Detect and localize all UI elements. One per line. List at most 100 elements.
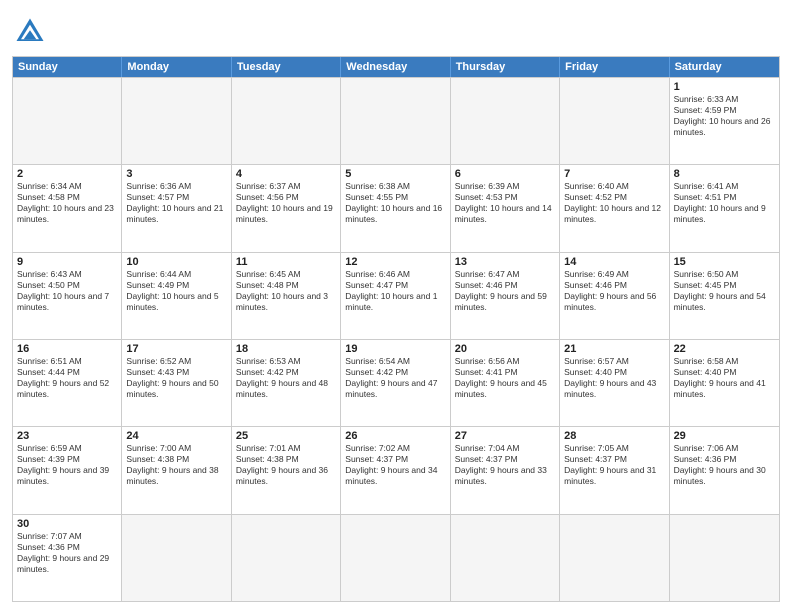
calendar-cell: 10Sunrise: 6:44 AM Sunset: 4:49 PM Dayli… bbox=[122, 253, 231, 339]
calendar-cell: 29Sunrise: 7:06 AM Sunset: 4:36 PM Dayli… bbox=[670, 427, 779, 513]
day-number: 19 bbox=[345, 343, 445, 355]
calendar-cell: 7Sunrise: 6:40 AM Sunset: 4:52 PM Daylig… bbox=[560, 165, 669, 251]
day-number: 12 bbox=[345, 256, 445, 268]
calendar-cell bbox=[13, 78, 122, 164]
calendar-cell: 13Sunrise: 6:47 AM Sunset: 4:46 PM Dayli… bbox=[451, 253, 560, 339]
weekday-header: Monday bbox=[122, 57, 231, 77]
day-info: Sunrise: 6:53 AM Sunset: 4:42 PM Dayligh… bbox=[236, 356, 336, 400]
weekday-header: Thursday bbox=[451, 57, 560, 77]
calendar-row: 2Sunrise: 6:34 AM Sunset: 4:58 PM Daylig… bbox=[13, 164, 779, 251]
calendar-cell: 15Sunrise: 6:50 AM Sunset: 4:45 PM Dayli… bbox=[670, 253, 779, 339]
calendar-cell bbox=[122, 515, 231, 601]
day-info: Sunrise: 6:54 AM Sunset: 4:42 PM Dayligh… bbox=[345, 356, 445, 400]
calendar-cell bbox=[560, 515, 669, 601]
day-info: Sunrise: 7:04 AM Sunset: 4:37 PM Dayligh… bbox=[455, 443, 555, 487]
day-number: 24 bbox=[126, 430, 226, 442]
day-info: Sunrise: 7:06 AM Sunset: 4:36 PM Dayligh… bbox=[674, 443, 775, 487]
day-info: Sunrise: 6:38 AM Sunset: 4:55 PM Dayligh… bbox=[345, 181, 445, 225]
day-number: 11 bbox=[236, 256, 336, 268]
day-info: Sunrise: 7:01 AM Sunset: 4:38 PM Dayligh… bbox=[236, 443, 336, 487]
calendar-cell: 21Sunrise: 6:57 AM Sunset: 4:40 PM Dayli… bbox=[560, 340, 669, 426]
calendar-cell bbox=[451, 515, 560, 601]
calendar-header: SundayMondayTuesdayWednesdayThursdayFrid… bbox=[13, 57, 779, 77]
calendar-body: 1Sunrise: 6:33 AM Sunset: 4:59 PM Daylig… bbox=[13, 77, 779, 601]
calendar-row: 16Sunrise: 6:51 AM Sunset: 4:44 PM Dayli… bbox=[13, 339, 779, 426]
calendar-row: 9Sunrise: 6:43 AM Sunset: 4:50 PM Daylig… bbox=[13, 252, 779, 339]
weekday-header: Saturday bbox=[670, 57, 779, 77]
calendar-cell: 17Sunrise: 6:52 AM Sunset: 4:43 PM Dayli… bbox=[122, 340, 231, 426]
day-number: 2 bbox=[17, 168, 117, 180]
day-number: 14 bbox=[564, 256, 664, 268]
day-info: Sunrise: 6:41 AM Sunset: 4:51 PM Dayligh… bbox=[674, 181, 775, 225]
day-info: Sunrise: 6:59 AM Sunset: 4:39 PM Dayligh… bbox=[17, 443, 117, 487]
calendar-cell bbox=[341, 515, 450, 601]
calendar-row: 1Sunrise: 6:33 AM Sunset: 4:59 PM Daylig… bbox=[13, 77, 779, 164]
calendar-cell: 5Sunrise: 6:38 AM Sunset: 4:55 PM Daylig… bbox=[341, 165, 450, 251]
calendar-cell: 22Sunrise: 6:58 AM Sunset: 4:40 PM Dayli… bbox=[670, 340, 779, 426]
calendar-row: 30Sunrise: 7:07 AM Sunset: 4:36 PM Dayli… bbox=[13, 514, 779, 601]
day-info: Sunrise: 6:37 AM Sunset: 4:56 PM Dayligh… bbox=[236, 181, 336, 225]
generalblue-logo-icon bbox=[12, 14, 48, 50]
day-info: Sunrise: 7:00 AM Sunset: 4:38 PM Dayligh… bbox=[126, 443, 226, 487]
day-info: Sunrise: 6:40 AM Sunset: 4:52 PM Dayligh… bbox=[564, 181, 664, 225]
day-info: Sunrise: 6:36 AM Sunset: 4:57 PM Dayligh… bbox=[126, 181, 226, 225]
calendar-cell bbox=[122, 78, 231, 164]
day-info: Sunrise: 6:39 AM Sunset: 4:53 PM Dayligh… bbox=[455, 181, 555, 225]
logo bbox=[12, 14, 52, 50]
day-info: Sunrise: 6:45 AM Sunset: 4:48 PM Dayligh… bbox=[236, 269, 336, 313]
calendar-cell bbox=[670, 515, 779, 601]
calendar-cell: 6Sunrise: 6:39 AM Sunset: 4:53 PM Daylig… bbox=[451, 165, 560, 251]
weekday-header: Sunday bbox=[13, 57, 122, 77]
day-number: 27 bbox=[455, 430, 555, 442]
day-info: Sunrise: 6:56 AM Sunset: 4:41 PM Dayligh… bbox=[455, 356, 555, 400]
calendar-cell: 2Sunrise: 6:34 AM Sunset: 4:58 PM Daylig… bbox=[13, 165, 122, 251]
calendar-cell: 28Sunrise: 7:05 AM Sunset: 4:37 PM Dayli… bbox=[560, 427, 669, 513]
calendar-cell: 9Sunrise: 6:43 AM Sunset: 4:50 PM Daylig… bbox=[13, 253, 122, 339]
day-number: 4 bbox=[236, 168, 336, 180]
day-number: 5 bbox=[345, 168, 445, 180]
day-info: Sunrise: 6:43 AM Sunset: 4:50 PM Dayligh… bbox=[17, 269, 117, 313]
calendar-cell: 20Sunrise: 6:56 AM Sunset: 4:41 PM Dayli… bbox=[451, 340, 560, 426]
day-number: 21 bbox=[564, 343, 664, 355]
page: SundayMondayTuesdayWednesdayThursdayFrid… bbox=[0, 0, 792, 612]
calendar-cell: 16Sunrise: 6:51 AM Sunset: 4:44 PM Dayli… bbox=[13, 340, 122, 426]
weekday-header: Friday bbox=[560, 57, 669, 77]
day-number: 26 bbox=[345, 430, 445, 442]
day-info: Sunrise: 7:07 AM Sunset: 4:36 PM Dayligh… bbox=[17, 531, 117, 575]
day-info: Sunrise: 7:02 AM Sunset: 4:37 PM Dayligh… bbox=[345, 443, 445, 487]
day-number: 1 bbox=[674, 81, 775, 93]
calendar-cell bbox=[560, 78, 669, 164]
calendar-cell: 11Sunrise: 6:45 AM Sunset: 4:48 PM Dayli… bbox=[232, 253, 341, 339]
day-info: Sunrise: 6:58 AM Sunset: 4:40 PM Dayligh… bbox=[674, 356, 775, 400]
day-info: Sunrise: 6:57 AM Sunset: 4:40 PM Dayligh… bbox=[564, 356, 664, 400]
day-number: 22 bbox=[674, 343, 775, 355]
day-number: 18 bbox=[236, 343, 336, 355]
day-number: 28 bbox=[564, 430, 664, 442]
day-number: 3 bbox=[126, 168, 226, 180]
day-info: Sunrise: 6:33 AM Sunset: 4:59 PM Dayligh… bbox=[674, 94, 775, 138]
day-number: 10 bbox=[126, 256, 226, 268]
calendar-cell bbox=[232, 78, 341, 164]
day-number: 23 bbox=[17, 430, 117, 442]
day-number: 9 bbox=[17, 256, 117, 268]
day-number: 20 bbox=[455, 343, 555, 355]
calendar-cell: 4Sunrise: 6:37 AM Sunset: 4:56 PM Daylig… bbox=[232, 165, 341, 251]
day-info: Sunrise: 6:47 AM Sunset: 4:46 PM Dayligh… bbox=[455, 269, 555, 313]
weekday-header: Wednesday bbox=[341, 57, 450, 77]
day-number: 29 bbox=[674, 430, 775, 442]
calendar-cell: 24Sunrise: 7:00 AM Sunset: 4:38 PM Dayli… bbox=[122, 427, 231, 513]
calendar-cell bbox=[232, 515, 341, 601]
day-number: 30 bbox=[17, 518, 117, 530]
day-number: 6 bbox=[455, 168, 555, 180]
calendar-cell: 3Sunrise: 6:36 AM Sunset: 4:57 PM Daylig… bbox=[122, 165, 231, 251]
day-number: 17 bbox=[126, 343, 226, 355]
header bbox=[12, 10, 780, 50]
day-info: Sunrise: 6:52 AM Sunset: 4:43 PM Dayligh… bbox=[126, 356, 226, 400]
calendar-cell: 8Sunrise: 6:41 AM Sunset: 4:51 PM Daylig… bbox=[670, 165, 779, 251]
day-number: 13 bbox=[455, 256, 555, 268]
day-info: Sunrise: 6:34 AM Sunset: 4:58 PM Dayligh… bbox=[17, 181, 117, 225]
day-info: Sunrise: 6:44 AM Sunset: 4:49 PM Dayligh… bbox=[126, 269, 226, 313]
calendar-cell: 12Sunrise: 6:46 AM Sunset: 4:47 PM Dayli… bbox=[341, 253, 450, 339]
day-number: 8 bbox=[674, 168, 775, 180]
day-number: 15 bbox=[674, 256, 775, 268]
